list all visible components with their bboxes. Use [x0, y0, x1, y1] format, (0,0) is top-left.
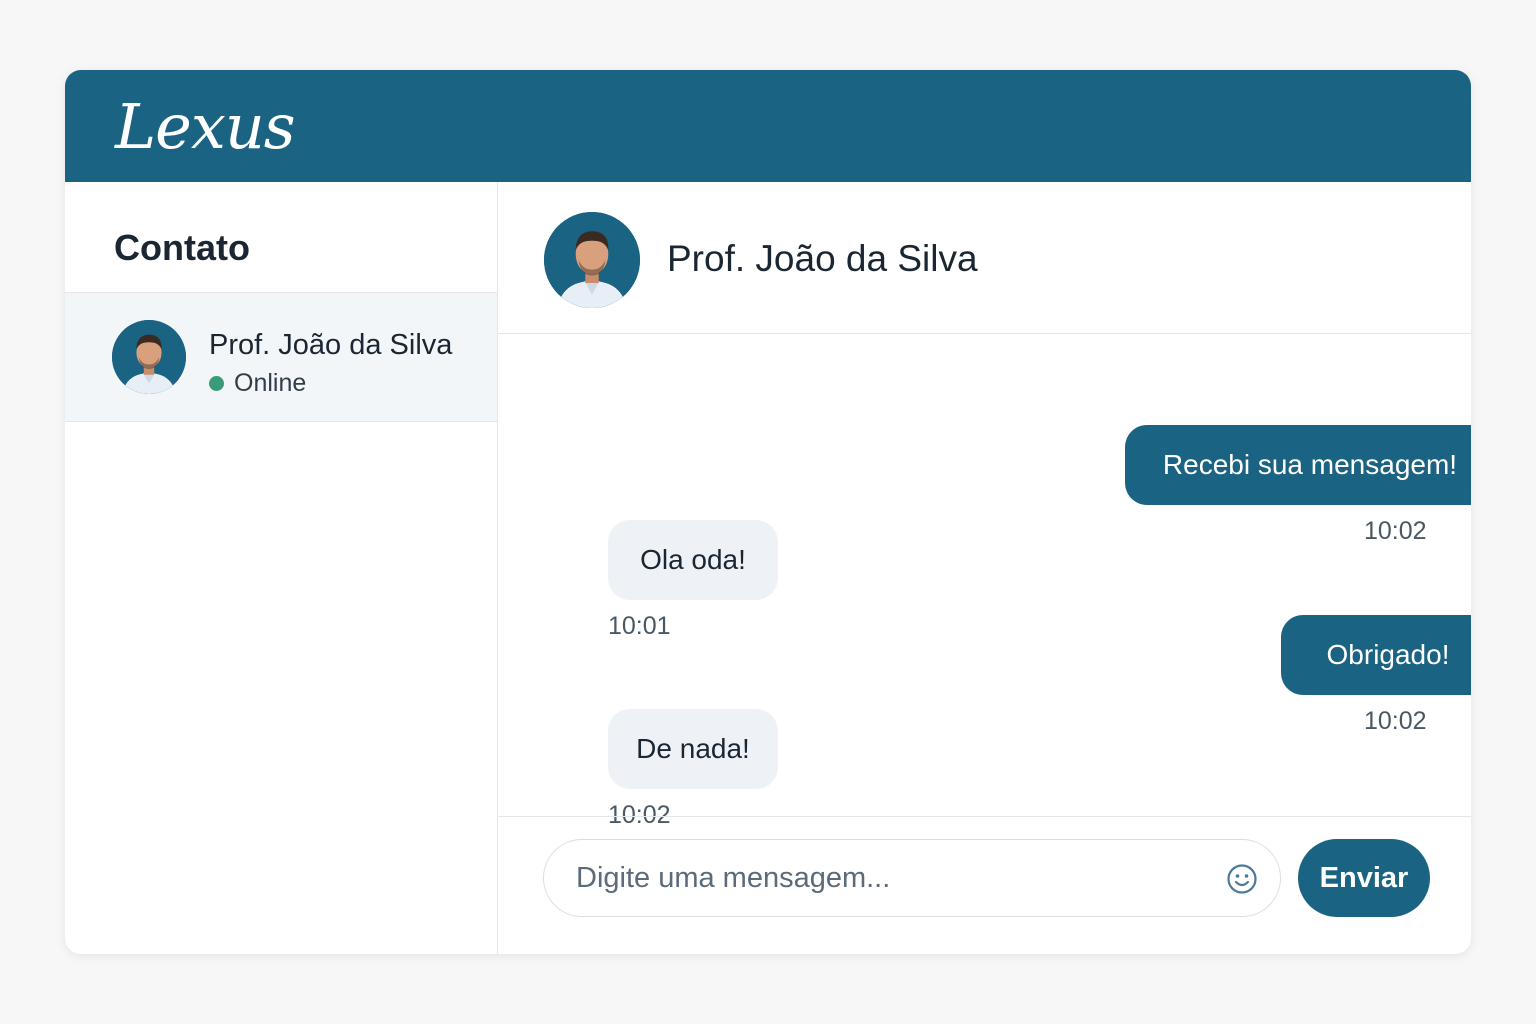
contact-status: Online: [209, 369, 306, 398]
chat-header: Prof. João da Silva: [498, 182, 1471, 334]
message-composer: Enviar: [498, 816, 1471, 954]
person-avatar-icon: [112, 320, 186, 394]
contact-avatar: [112, 320, 186, 394]
chat-panel: Prof. João da Silva Recebi sua mensagem!…: [498, 182, 1471, 954]
smiley-icon[interactable]: [1226, 863, 1258, 895]
send-button[interactable]: Enviar: [1298, 839, 1430, 917]
brand-logo: Lexus: [115, 90, 296, 163]
message-time: 10:02: [1364, 517, 1427, 545]
status-label: Online: [234, 369, 307, 397]
contacts-sidebar: Contato Prof. João da Silva Online: [65, 182, 498, 954]
online-status-icon: [209, 376, 224, 391]
chat-app-window: Lexus Contato Prof. João da Silva Online: [65, 70, 1471, 954]
message-input[interactable]: [576, 854, 1196, 902]
message-input-wrapper: [543, 839, 1281, 917]
person-avatar-icon: [544, 212, 640, 308]
message-time: 10:02: [1364, 707, 1427, 735]
top-bar: Lexus: [65, 70, 1471, 182]
message-bubble-outgoing: Recebi sua mensagem!: [1125, 425, 1471, 505]
contact-item[interactable]: Prof. João da Silva Online: [65, 292, 497, 422]
chat-contact-name: Prof. João da Silva: [667, 238, 978, 279]
message-bubble-incoming: Ola oda!: [608, 520, 778, 600]
sidebar-title: Contato: [114, 227, 250, 268]
chat-header-avatar: [544, 212, 640, 308]
message-bubble-outgoing: Obrigado!: [1281, 615, 1471, 695]
message-time: 10:01: [608, 612, 671, 640]
contact-name: Prof. João da Silva: [209, 329, 453, 361]
message-bubble-incoming: De nada!: [608, 709, 778, 789]
